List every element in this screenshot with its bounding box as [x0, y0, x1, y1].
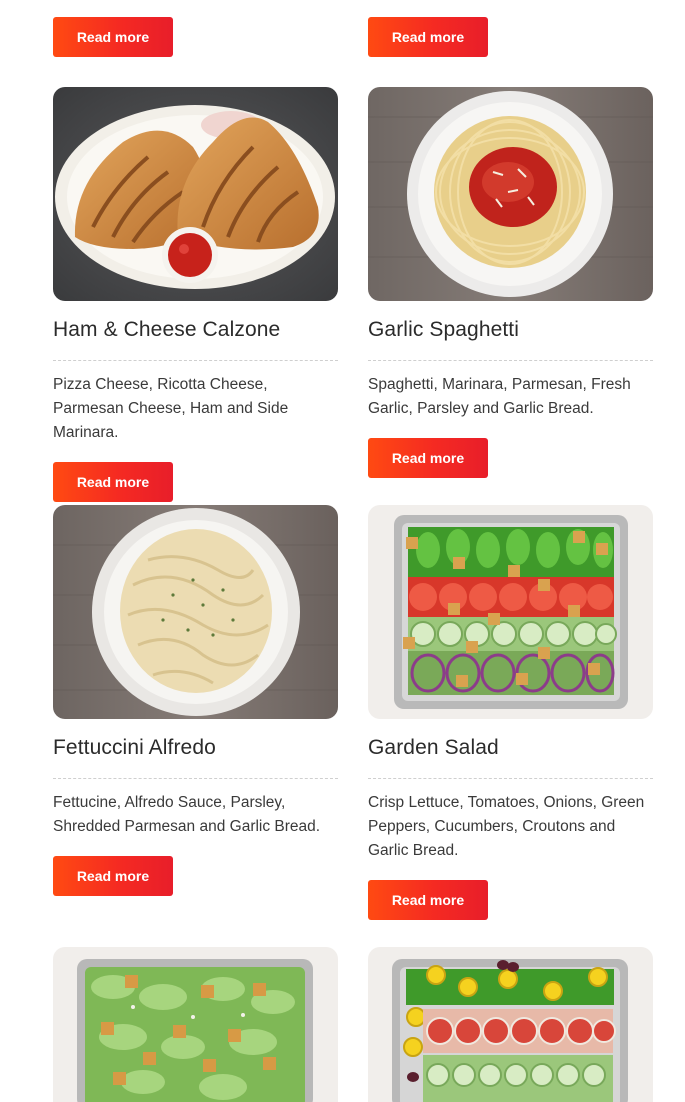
menu-card-garden-salad: Garden Salad Crisp Lettuce, Tomatoes, On…: [368, 505, 653, 920]
item-title[interactable]: Garden Salad: [368, 735, 653, 761]
item-title[interactable]: Fettuccini Alfredo: [53, 735, 338, 761]
divider: [368, 778, 653, 779]
item-description: Pizza Cheese, Ricotta Cheese, Parmesan C…: [53, 376, 289, 441]
garden-salad-image[interactable]: [368, 505, 653, 719]
read-more-button[interactable]: Read more: [368, 438, 488, 478]
divider: [53, 360, 338, 361]
menu-card-garlic-spaghetti: Garlic Spaghetti Spaghetti, Marinara, Pa…: [368, 87, 653, 478]
divider: [368, 360, 653, 361]
antipasto-salad-image[interactable]: [368, 947, 653, 1102]
item-description: Fettucine, Alfredo Sauce, Parsley, Shred…: [53, 794, 321, 835]
item-description: Crisp Lettuce, Tomatoes, Onions, Green P…: [368, 794, 645, 859]
calzone-image[interactable]: [53, 87, 338, 301]
read-more-button[interactable]: Read more: [53, 17, 173, 57]
read-more-button[interactable]: Read more: [53, 462, 173, 502]
menu-card-fettuccini-alfredo: Fettuccini Alfredo Fettucine, Alfredo Sa…: [53, 505, 338, 896]
menu-grid-page: Read more Read more Ham & Cheese Calzone…: [0, 0, 685, 1102]
menu-card-calzone: Ham & Cheese Calzone Pizza Cheese, Ricot…: [53, 87, 338, 502]
item-title[interactable]: Garlic Spaghetti: [368, 317, 653, 343]
spaghetti-image[interactable]: [368, 87, 653, 301]
item-description: Spaghetti, Marinara, Parmesan, Fresh Gar…: [368, 376, 631, 417]
read-more-button[interactable]: Read more: [53, 856, 173, 896]
read-more-button[interactable]: Read more: [368, 880, 488, 920]
item-title[interactable]: Ham & Cheese Calzone: [53, 317, 338, 343]
read-more-button[interactable]: Read more: [368, 17, 488, 57]
fettuccini-image[interactable]: [53, 505, 338, 719]
caesar-salad-image[interactable]: [53, 947, 338, 1102]
divider: [53, 778, 338, 779]
